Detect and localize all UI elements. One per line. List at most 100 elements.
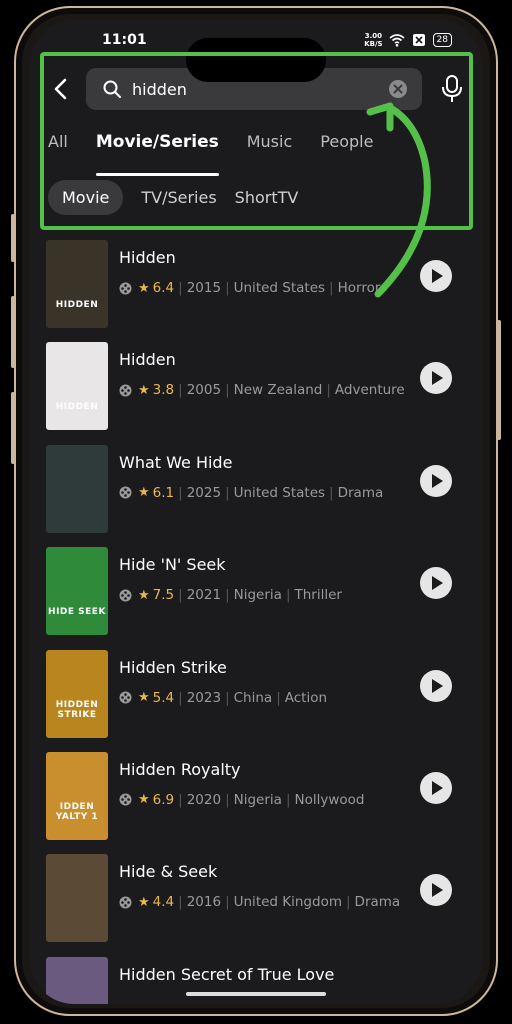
result-country: Nigeria — [233, 791, 282, 808]
result-title[interactable]: Hidden Secret of True Love — [119, 965, 334, 984]
result-item[interactable]: IDDEN YALTY 1 Hidden Royalty ★ 6.9 | 202… — [30, 746, 482, 848]
play-button[interactable] — [420, 464, 452, 497]
meta-divider: | — [225, 484, 230, 501]
play-button[interactable] — [420, 771, 452, 804]
result-item[interactable]: What We Hide ★ 6.1 | 2025 | United State… — [30, 439, 482, 541]
result-rating: 7.5 — [152, 587, 175, 604]
result-title[interactable]: Hidden — [119, 350, 176, 369]
meta-divider: | — [225, 894, 230, 911]
result-poster[interactable]: HIDE SEEK — [46, 547, 108, 636]
play-button[interactable] — [420, 874, 452, 907]
sim-off-icon — [412, 34, 425, 46]
result-item[interactable]: HIDE SEEK Hide 'N' Seek ★ 7.5 | 2021 | N… — [30, 541, 482, 643]
microphone-icon[interactable] — [440, 74, 464, 104]
results-list: HIDDEN Hidden ★ 6.4 | 2015 | United Stat… — [30, 234, 482, 1004]
network-speed-unit: KB/S — [364, 40, 383, 48]
result-year: 2020 — [186, 791, 222, 808]
result-item[interactable]: Hide & Seek ★ 4.4 | 2016 | United Kingdo… — [30, 848, 482, 950]
play-button[interactable] — [420, 260, 452, 292]
phone-side-button — [11, 214, 15, 262]
meta-divider: | — [225, 382, 230, 399]
result-year: 2015 — [186, 280, 222, 296]
battery-indicator: 28 — [432, 33, 452, 47]
star-icon: ★ — [138, 792, 150, 808]
meta-divider: | — [225, 791, 230, 808]
result-country: United Kingdom — [233, 894, 342, 911]
result-rating: 6.9 — [152, 791, 175, 808]
dynamic-island — [186, 38, 326, 82]
result-title[interactable]: What We Hide — [119, 453, 232, 472]
film-reel-icon — [119, 691, 132, 704]
result-item[interactable]: HIDDEN Hidden ★ 3.8 | 2005 | New Zealand… — [30, 336, 482, 438]
tab-music[interactable]: Music — [247, 132, 293, 166]
poster-text: HIDDEN — [55, 300, 99, 310]
result-poster[interactable]: IDDEN YALTY 1 — [46, 751, 108, 840]
poster-text: HIDDEN — [55, 402, 99, 413]
result-country: China — [233, 689, 273, 706]
tab-movie-series[interactable]: Movie/Series — [95, 132, 219, 176]
result-poster[interactable] — [46, 444, 108, 533]
meta-divider: | — [178, 484, 183, 501]
subtab-tv-series[interactable]: TV/Series — [141, 180, 216, 215]
result-title[interactable]: Hidden Strike — [119, 658, 227, 677]
poster-text: IDDEN YALTY 1 — [55, 801, 99, 822]
meta-divider: | — [285, 791, 291, 808]
tab-people[interactable]: People — [320, 132, 373, 166]
result-item[interactable]: Hidden Secret of True Love — [30, 951, 482, 1004]
result-item[interactable]: HIDDEN Hidden ★ 6.4 | 2015 | United Stat… — [30, 234, 482, 336]
film-reel-icon — [119, 384, 132, 397]
phone-side-button — [497, 320, 501, 440]
phone-side-button — [11, 296, 15, 368]
result-rating: 5.4 — [152, 689, 175, 706]
result-poster[interactable]: HIDDEN — [46, 342, 108, 431]
wifi-icon — [389, 34, 405, 47]
app-screen: 11:01 3.00 KB/S 28 hidden All Movie/Seri… — [30, 20, 482, 1004]
film-reel-icon — [119, 589, 132, 602]
meta-divider: | — [329, 484, 334, 501]
subtab-movie[interactable]: Movie — [48, 180, 124, 215]
status-icons: 3.00 KB/S 28 — [364, 32, 452, 48]
result-country: New Zealand — [233, 382, 323, 399]
clear-search-icon[interactable] — [388, 79, 408, 99]
meta-divider: | — [329, 280, 334, 296]
meta-divider: | — [285, 587, 291, 604]
poster-text: HIDE SEEK — [48, 607, 106, 618]
result-poster[interactable] — [46, 854, 108, 943]
meta-divider: | — [276, 689, 281, 706]
tab-all[interactable]: All — [48, 132, 68, 166]
result-title[interactable]: Hide 'N' Seek — [119, 555, 226, 574]
result-genre: Drama — [337, 484, 384, 501]
play-button[interactable] — [420, 567, 452, 600]
meta-divider: | — [225, 587, 230, 604]
result-meta: ★ 6.9 | 2020 | Nigeria | Nollywood — [119, 792, 364, 808]
meta-divider: | — [345, 894, 351, 911]
play-button[interactable] — [420, 362, 452, 395]
meta-divider: | — [178, 894, 183, 911]
poster-text: HIDDEN STRIKE — [55, 699, 99, 720]
result-meta: ★ 6.4 | 2015 | United States | Horror — [119, 280, 380, 296]
film-reel-icon — [119, 793, 132, 806]
result-genre: Action — [284, 689, 328, 706]
result-year: 2005 — [186, 382, 222, 399]
star-icon: ★ — [138, 690, 150, 706]
result-country: United States — [233, 484, 326, 501]
result-country: Nigeria — [233, 587, 282, 604]
type-filter-tabs: Movie TV/Series ShortTV — [48, 180, 298, 215]
result-title[interactable]: Hidden — [119, 248, 176, 267]
result-rating: 6.4 — [152, 280, 175, 296]
film-reel-icon — [119, 486, 132, 499]
result-poster[interactable] — [46, 956, 108, 1004]
result-poster[interactable]: HIDDEN STRIKE — [46, 649, 108, 738]
result-poster[interactable]: HIDDEN — [46, 240, 108, 328]
back-arrow-icon[interactable] — [48, 75, 76, 103]
result-year: 2023 — [186, 689, 222, 706]
result-item[interactable]: HIDDEN STRIKE Hidden Strike ★ 5.4 | 2023… — [30, 644, 482, 746]
result-title[interactable]: Hide & Seek — [119, 862, 217, 881]
subtab-shorttv[interactable]: ShortTV — [235, 180, 299, 215]
result-year: 2025 — [186, 484, 222, 501]
meta-divider: | — [326, 382, 331, 399]
search-query[interactable]: hidden — [132, 80, 187, 99]
result-title[interactable]: Hidden Royalty — [119, 760, 241, 779]
play-button[interactable] — [420, 669, 452, 702]
result-year: 2016 — [186, 894, 222, 911]
